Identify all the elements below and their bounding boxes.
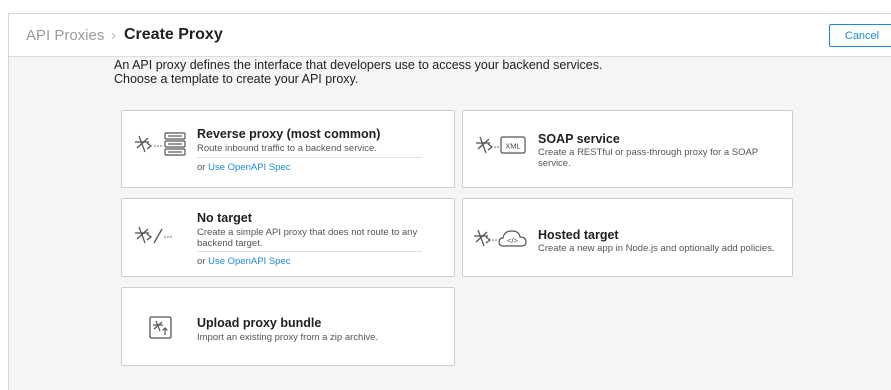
hosted-target-icon: </> xyxy=(474,229,527,247)
card-reverse-proxy[interactable]: Reverse proxy (most common) Route inboun… xyxy=(121,110,455,188)
breadcrumb-separator: › xyxy=(111,27,116,44)
no-target-slash-icon xyxy=(153,228,163,244)
card-divider xyxy=(197,157,422,158)
use-openapi-spec-link[interactable]: Use OpenAPI Spec xyxy=(208,256,290,267)
card-title: No target xyxy=(197,211,252,225)
soap-service-icon: XML xyxy=(476,136,526,154)
intro-text: An API proxy defines the interface that … xyxy=(114,58,602,86)
alt-prefix: or xyxy=(197,162,209,173)
card-description: Import an existing proxy from a zip arch… xyxy=(197,332,379,343)
xml-document-icon: XML xyxy=(500,136,526,154)
card-description: Route inbound traffic to a backend servi… xyxy=(197,143,377,154)
card-title: Upload proxy bundle xyxy=(197,316,322,330)
code-icon-label: </> xyxy=(507,236,518,245)
card-description: Create a simple API proxy that does not … xyxy=(197,227,418,249)
xml-icon-label: XML xyxy=(505,142,520,151)
alt-prefix: or xyxy=(197,256,209,267)
card-description: Create a RESTful or pass-through proxy f… xyxy=(538,147,759,169)
card-alt-option: or Use OpenAPI Spec xyxy=(197,162,290,173)
card-soap-service[interactable]: XML SOAP service Create a RESTful or pas… xyxy=(462,110,793,188)
card-title: Reverse proxy (most common) xyxy=(197,127,381,141)
card-hosted-target[interactable]: </> Hosted target Create a new app in No… xyxy=(462,198,793,277)
reverse-proxy-icon xyxy=(135,132,186,156)
proxy-arrow-icon xyxy=(135,135,153,153)
upload-bundle-icon xyxy=(149,316,172,339)
page-header: API Proxies › Create Proxy Cancel xyxy=(9,14,891,57)
card-upload-proxy-bundle[interactable]: Upload proxy bundle Import an existing p… xyxy=(121,287,455,366)
intro-line-1: An API proxy defines the interface that … xyxy=(114,58,603,72)
intro-line-2: Choose a template to create your API pro… xyxy=(114,72,359,86)
card-alt-option: or Use OpenAPI Spec xyxy=(197,256,290,267)
card-title: SOAP service xyxy=(538,132,620,146)
server-stack-icon xyxy=(164,132,186,156)
use-openapi-spec-link[interactable]: Use OpenAPI Spec xyxy=(208,162,290,173)
page-title: Create Proxy xyxy=(124,26,223,43)
proxy-arrow-icon xyxy=(474,229,492,247)
proxy-arrow-icon xyxy=(476,136,494,154)
no-target-icon xyxy=(135,226,172,244)
card-no-target[interactable]: No target Create a simple API proxy that… xyxy=(121,198,455,277)
cancel-button[interactable]: Cancel xyxy=(829,24,891,47)
card-divider xyxy=(197,251,422,252)
breadcrumb-api-proxies[interactable]: API Proxies xyxy=(26,27,104,44)
dots xyxy=(154,145,162,147)
card-description: Create a new app in Node.js and optional… xyxy=(538,243,775,254)
card-title: Hosted target xyxy=(538,228,619,242)
proxy-arrow-icon xyxy=(135,226,153,244)
cloud-code-icon: </> xyxy=(498,230,527,247)
